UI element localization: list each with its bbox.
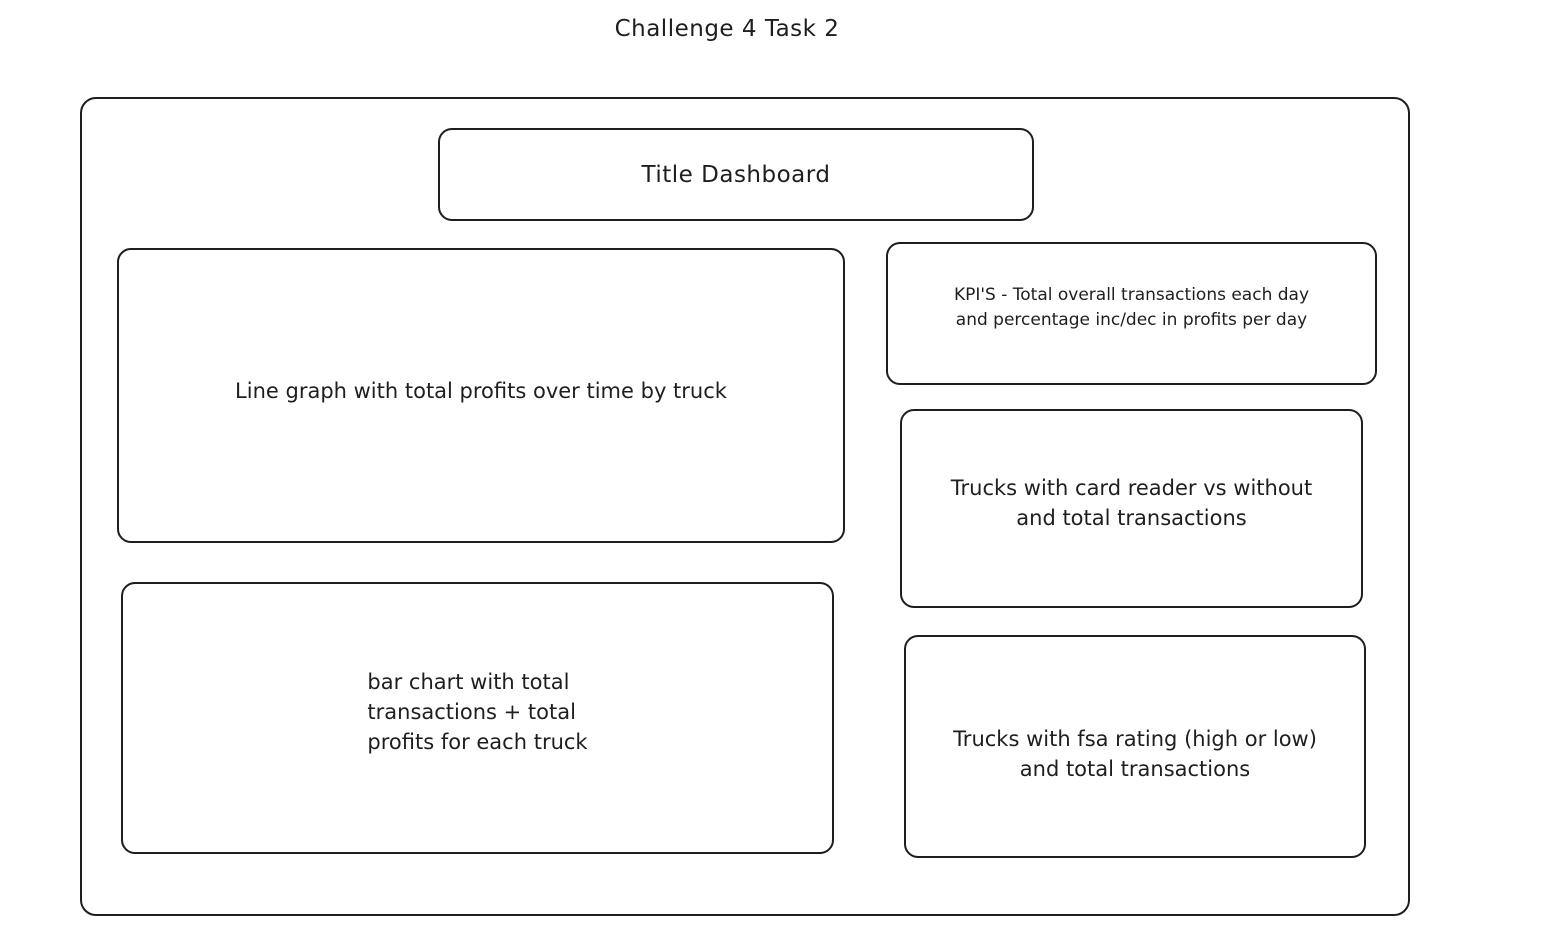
card-reader-box: Trucks with card reader vs without and t… bbox=[900, 409, 1363, 608]
bar-chart-box: bar chart with total transactions + tota… bbox=[121, 582, 834, 854]
page-title: Challenge 4 Task 2 bbox=[614, 16, 840, 42]
bar-chart-label: bar chart with total transactions + tota… bbox=[367, 670, 588, 754]
title-dashboard-box: Title Dashboard bbox=[438, 128, 1034, 221]
fsa-rating-box: Trucks with fsa rating (high or low) and… bbox=[904, 635, 1366, 858]
kpi-label: KPI'S - Total overall transactions each … bbox=[953, 284, 1310, 330]
kpi-box: KPI'S - Total overall transactions each … bbox=[886, 242, 1377, 385]
card-reader-label: Trucks with card reader vs without and t… bbox=[950, 475, 1313, 530]
title-dashboard-label: Title Dashboard bbox=[641, 161, 831, 188]
line-graph-label: Line graph with total profits over time … bbox=[235, 378, 727, 403]
fsa-rating-label: Trucks with fsa rating (high or low) and… bbox=[953, 726, 1317, 781]
line-graph-box: Line graph with total profits over time … bbox=[117, 248, 845, 543]
